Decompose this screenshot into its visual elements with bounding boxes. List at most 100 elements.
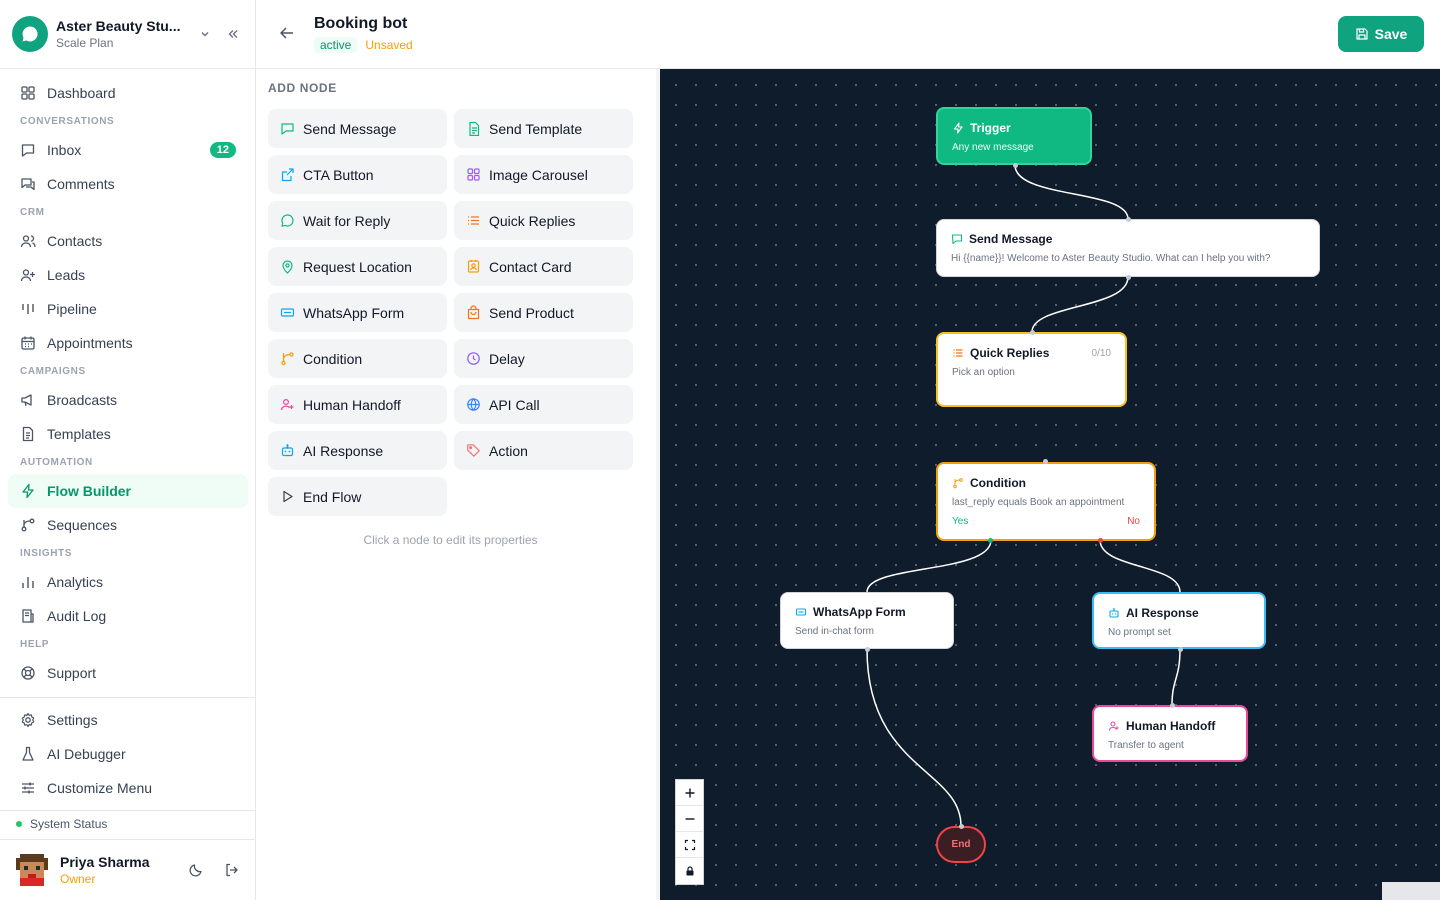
add-node-request-location[interactable]: Request Location [268,247,447,286]
avatar[interactable] [16,854,48,886]
nav-templates[interactable]: Templates [8,417,248,451]
save-button[interactable]: Save [1338,16,1424,52]
fit-view-button[interactable] [676,832,703,858]
send-message-subtitle: Hi {{name}}! Welcome to Aster Beauty Stu… [951,253,1271,264]
whatsapp-form-output-handle[interactable] [865,647,870,652]
nav-dashboard[interactable]: Dashboard [8,76,248,110]
add-node-cta-button[interactable]: CTA Button [268,155,447,194]
send-message-output-handle[interactable] [1126,275,1131,280]
location-pin-icon [282,260,293,274]
minus-icon [685,817,694,820]
nav-contacts[interactable]: Contacts [8,224,248,258]
workspace-switcher[interactable]: Aster Beauty Stu... Scale Plan [0,0,256,69]
trigger-output-handle[interactable] [1013,163,1018,168]
add-node-send-product[interactable]: Send Product [454,293,633,332]
add-node-label: End Flow [303,488,362,505]
nav-broadcasts-label: Broadcasts [47,392,118,408]
flow-node-quick-replies[interactable]: Quick Replies 0/10 Pick an option [936,332,1127,407]
zoom-out-button[interactable] [676,806,703,832]
condition-yes-handle[interactable] [988,538,993,543]
nav-settings[interactable]: Settings [8,703,248,737]
branch-icon [953,478,963,489]
attribution-watermark[interactable] [1382,882,1440,900]
add-node-send-message[interactable]: Send Message [268,109,447,148]
nav-comments-label: Comments [47,176,115,192]
human-handoff-title: Human Handoff [1126,719,1216,733]
chat-icon [281,123,294,135]
add-node-label: Quick Replies [489,212,576,229]
nav-sequences[interactable]: Sequences [8,508,248,542]
add-node-whatsapp-form[interactable]: WhatsApp Form [268,293,447,332]
nav-pipeline[interactable]: Pipeline [8,292,248,326]
flow-node-condition[interactable]: Condition last_reply equals Book an appo… [936,462,1156,541]
human-handoff-subtitle: Transfer to agent [1108,740,1184,751]
bottom-nav: Settings AI Debugger Customize Menu [8,703,248,805]
condition-input-handle[interactable] [1043,459,1048,464]
logout-icon[interactable] [218,856,246,884]
nav-customize-menu[interactable]: Customize Menu [8,771,248,805]
add-node-label: Delay [489,350,525,367]
human-handoff-input-handle[interactable] [1170,703,1175,708]
calendar-icon [21,336,35,350]
add-node-image-carousel[interactable]: Image Carousel [454,155,633,194]
nav-inbox[interactable]: Inbox 12 [8,133,248,167]
add-node-wait-for-reply[interactable]: Wait for Reply [268,201,447,240]
add-node-delay[interactable]: Delay [454,339,633,378]
add-node-contact-card[interactable]: Contact Card [454,247,633,286]
ai-response-output-handle[interactable] [1178,647,1183,652]
nav-broadcasts[interactable]: Broadcasts [8,383,248,417]
nav-customize-menu-label: Customize Menu [47,780,153,796]
nav-ai-debugger[interactable]: AI Debugger [8,737,248,771]
add-node-ai-response[interactable]: AI Response [268,431,447,470]
nav-comments[interactable]: Comments [8,167,248,201]
add-node-human-handoff[interactable]: Human Handoff [268,385,447,424]
add-node-condition[interactable]: Condition [268,339,447,378]
workspace-name: Aster Beauty Stu... [56,18,181,34]
add-node-label: Send Product [489,304,574,321]
chevron-down-icon[interactable] [194,23,216,45]
quick-replies-input-handle[interactable] [1030,330,1035,335]
nav-analytics[interactable]: Analytics [8,565,248,599]
plus-icon [685,788,694,797]
add-node-send-template[interactable]: Send Template [454,109,633,148]
theme-toggle-moon-icon[interactable] [182,856,210,884]
nav-flow-builder[interactable]: Flow Builder [8,474,248,508]
section-conversations: CONVERSATIONS [20,116,115,127]
flow-canvas[interactable]: Trigger Any new message Send Message Hi … [660,69,1440,900]
back-arrow-icon[interactable] [278,24,300,46]
inbox-icon [21,144,35,157]
dashboard-icon [21,86,35,100]
flow-node-end[interactable]: End [936,826,986,863]
nav-templates-label: Templates [47,426,111,442]
flow-node-trigger[interactable]: Trigger Any new message [936,107,1092,165]
add-node-action[interactable]: Action [454,431,633,470]
system-status[interactable]: System Status [16,817,107,831]
flow-node-whatsapp-form[interactable]: WhatsApp Form Send in-chat form [780,592,954,649]
condition-no-handle[interactable] [1098,538,1103,543]
lock-button[interactable] [676,858,703,884]
nav-leads[interactable]: Leads [8,258,248,292]
nav-appointments[interactable]: Appointments [8,326,248,360]
zoom-in-button[interactable] [676,780,703,806]
condition-title: Condition [970,476,1026,490]
flow-node-human-handoff[interactable]: Human Handoff Transfer to agent [1092,705,1248,762]
add-node-api-call[interactable]: API Call [454,385,633,424]
sidebar-divider [0,810,256,811]
ai-response-subtitle: No prompt set [1108,627,1171,638]
nav-settings-label: Settings [47,712,98,728]
lifebuoy-icon [21,666,35,680]
send-message-input-handle[interactable] [1126,217,1131,222]
nav-audit-log[interactable]: Audit Log [8,599,248,633]
page-title[interactable]: Booking bot [314,15,407,33]
add-node-label: WhatsApp Form [303,304,405,321]
flow-node-send-message[interactable]: Send Message Hi {{name}}! Welcome to Ast… [936,219,1320,277]
bot-icon [281,444,294,457]
quick-replies-subtitle: Pick an option [952,367,1015,378]
section-crm: CRM [20,207,45,218]
add-node-end-flow[interactable]: End Flow [268,477,447,516]
nav-support[interactable]: Support [8,656,248,690]
end-input-handle[interactable] [959,824,964,829]
collapse-sidebar-icon[interactable] [222,23,244,45]
flow-node-ai-response[interactable]: AI Response No prompt set [1092,592,1266,649]
add-node-quick-replies[interactable]: Quick Replies [454,201,633,240]
